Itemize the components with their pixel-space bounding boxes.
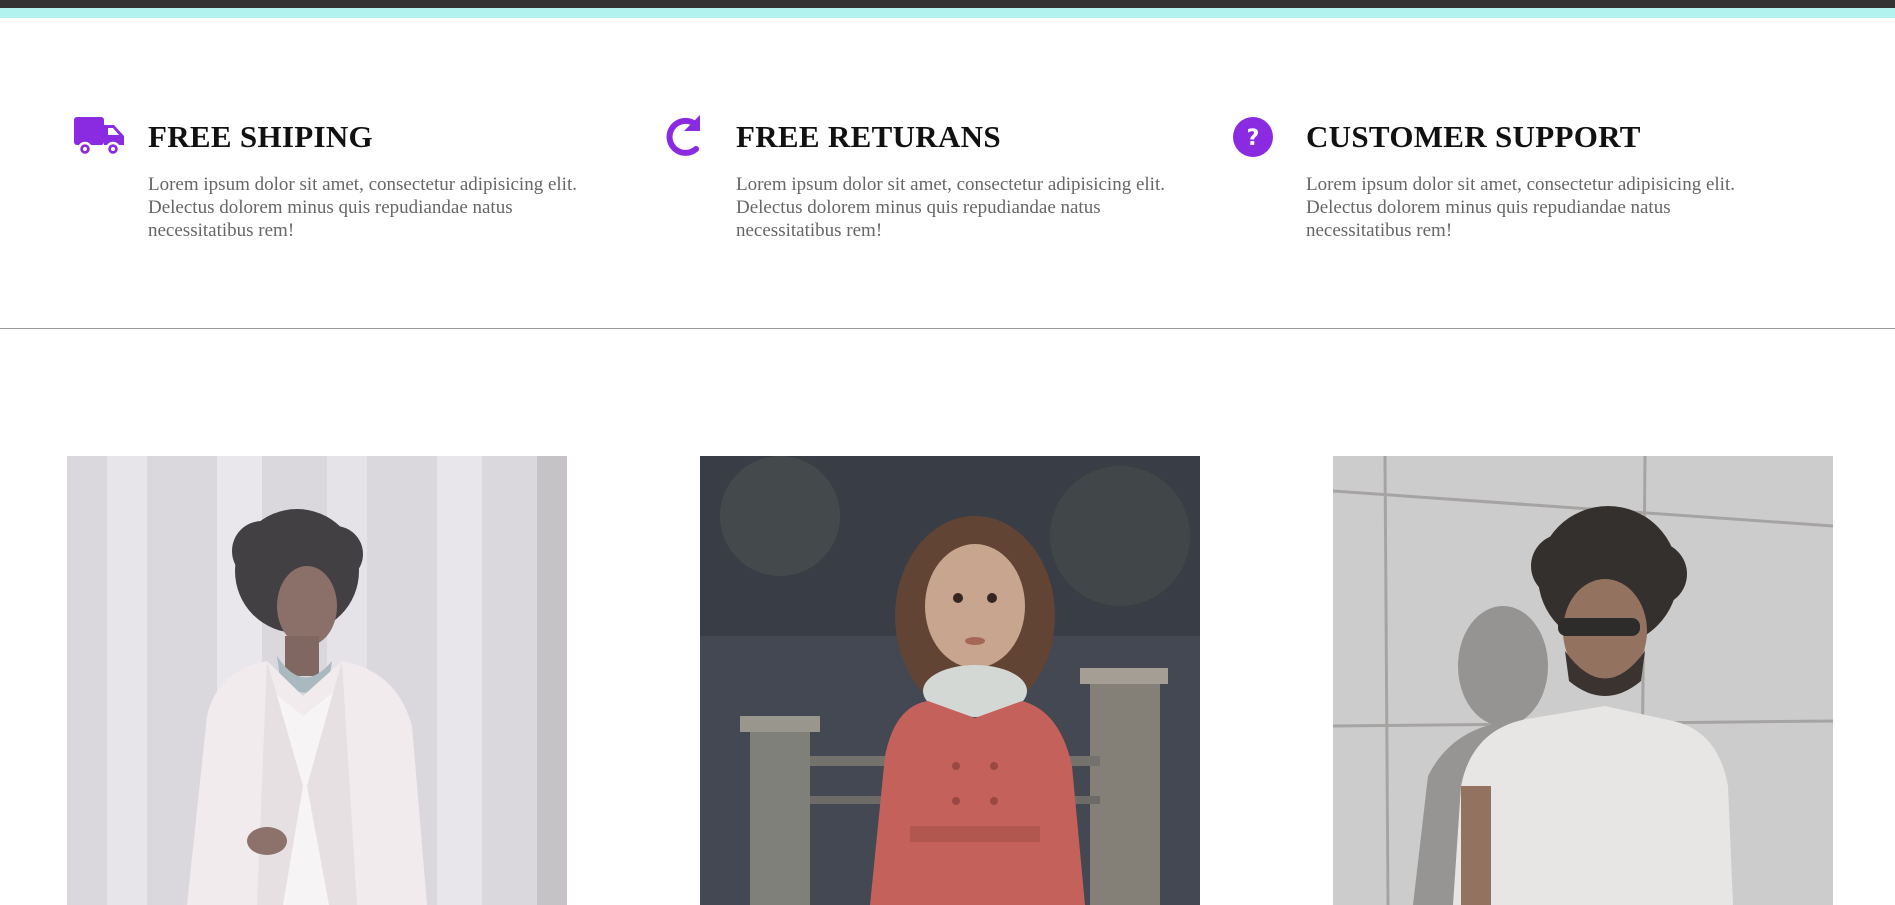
feature-title: FREE SHIPING xyxy=(148,119,373,154)
feature-title: FREE RETURANS xyxy=(736,119,1001,154)
feature-description: Lorem ipsum dolor sit amet, consectetur … xyxy=(1306,174,1735,241)
top-bar xyxy=(0,0,1895,8)
photo-girl[interactable] xyxy=(700,456,1200,905)
feature-description: Lorem ipsum dolor sit amet, consectetur … xyxy=(736,174,1165,241)
section-divider xyxy=(0,328,1895,329)
redo-icon xyxy=(662,115,714,159)
photo-man[interactable] xyxy=(1333,456,1833,905)
feature-description: Lorem ipsum dolor sit amet, consectetur … xyxy=(148,174,577,241)
svg-text:?: ? xyxy=(1247,126,1260,151)
truck-icon xyxy=(74,115,126,159)
photo-woman[interactable] xyxy=(67,456,567,905)
feature-title: CUSTOMER SUPPORT xyxy=(1306,119,1641,154)
accent-bar xyxy=(0,8,1895,18)
question-circle-icon: ? xyxy=(1232,115,1284,159)
